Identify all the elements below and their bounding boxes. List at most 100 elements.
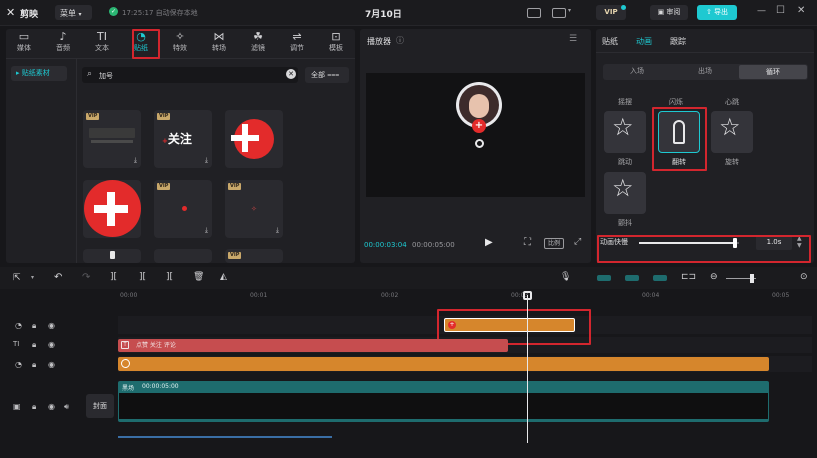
cover-button[interactable]: 封面	[86, 394, 114, 418]
maximize-icon[interactable]: ☐	[776, 5, 785, 16]
zoom-out-icon[interactable]: ⊖	[710, 272, 718, 282]
tab-animation[interactable]: 动画	[636, 36, 652, 47]
rotate-handle-icon[interactable]	[475, 139, 484, 148]
info-icon[interactable]: ⓘ	[396, 35, 404, 46]
lock-icon[interactable]: 🔒︎	[32, 360, 36, 370]
main-clip-duration: 00:00:05:00	[142, 383, 179, 390]
clear-search-icon[interactable]: ✕	[286, 69, 296, 79]
tab-tracking[interactable]: 跟踪	[670, 36, 686, 47]
download-icon[interactable]: ⤓	[205, 156, 208, 165]
eye-icon[interactable]: ◉	[48, 340, 55, 349]
subtab-out[interactable]: 出场	[671, 66, 739, 76]
mirror-icon[interactable]: ◭	[220, 272, 227, 282]
tab-filter[interactable]: ☘ 滤镜	[245, 29, 271, 59]
download-icon[interactable]: ⤓	[276, 226, 279, 235]
sticker-tile[interactable]: VIP ⤓	[83, 110, 141, 168]
link-main-track-icon[interactable]	[597, 275, 611, 281]
sticker-tile[interactable]: VIP ✧ ⤓	[225, 180, 283, 238]
sticker-follow-label: 关注	[167, 132, 192, 146]
ratio-button[interactable]: 比例	[544, 238, 564, 249]
lock-icon[interactable]: 🔒︎	[32, 340, 36, 350]
tab-label: 媒体	[17, 44, 31, 52]
tab-transition[interactable]: ⋈ 转场	[206, 29, 232, 59]
sticker-track-icon: ◔	[15, 321, 22, 330]
menu-label: 菜单	[60, 9, 76, 18]
fullscreen-crop-icon[interactable]: ⛶	[524, 237, 531, 248]
main-video-clip[interactable]: 黑场 00:00:05:00	[118, 381, 769, 422]
chevron-down-icon[interactable]: ▾	[31, 274, 34, 281]
template-icon: ⊡	[331, 30, 341, 43]
sticker-tile[interactable]	[154, 249, 212, 263]
eye-icon[interactable]: ◉	[48, 360, 55, 369]
tab-sticker[interactable]: 贴纸	[602, 36, 618, 47]
expand-icon[interactable]: ⤢	[574, 237, 581, 247]
player-menu-icon[interactable]: ☰	[569, 34, 577, 44]
subtab-loop[interactable]: 循环	[739, 65, 807, 79]
anim-tile-rotate[interactable]: ☆	[711, 111, 753, 153]
text-clip[interactable]: 点赞 关注 评论	[118, 339, 508, 352]
sticker-tile[interactable]	[83, 249, 141, 263]
tab-audio[interactable]: ♪ 音频	[50, 29, 76, 59]
saved-check-icon: ✓	[109, 7, 118, 16]
filter-button[interactable]: 全部 ⩶	[305, 67, 349, 83]
playhead[interactable]	[527, 295, 528, 443]
properties-panel: 贴纸 动画 跟踪 入场 出场 循环 摇摆 闪烁 心跳 ☆ 跳动 翻转 ☆ 旋转 …	[596, 29, 814, 263]
delete-icon[interactable]: 🗑	[193, 272, 204, 282]
anim-tile-shake[interactable]: ☆	[604, 172, 646, 214]
download-icon[interactable]: ⤓	[205, 226, 208, 235]
lock-icon[interactable]: 🔒︎	[32, 321, 36, 331]
review-button[interactable]: ▣ 审阅	[650, 5, 688, 20]
trim-right-icon[interactable]: ][	[166, 272, 173, 282]
anim-label-blink: 闪烁	[669, 98, 683, 106]
video-track-icon: ▣	[13, 402, 21, 411]
layout-chevron-icon[interactable]: ▾	[568, 7, 571, 14]
sticker-tile[interactable]: VIP	[225, 249, 283, 263]
avatar-sticker[interactable]: +	[456, 82, 502, 133]
video-canvas[interactable]: +	[366, 73, 585, 197]
menu-button[interactable]: 菜单 ▾	[55, 5, 92, 20]
split-icon[interactable]: ][	[110, 272, 117, 282]
redo-icon[interactable]: ↷	[82, 272, 90, 283]
select-tool-icon[interactable]: ⇱	[13, 273, 21, 283]
anim-label-heartbeat: 心跳	[725, 98, 739, 106]
volume-icon[interactable]: 🔊︎	[64, 402, 69, 412]
eye-icon[interactable]: ◉	[48, 321, 55, 330]
adjust-icon: ⇌	[292, 30, 302, 43]
tab-adjust[interactable]: ⇌ 调节	[284, 29, 310, 59]
linkage-icon[interactable]	[653, 275, 667, 281]
fit-icon[interactable]: ⊙	[800, 272, 808, 282]
tab-effects[interactable]: ✧ 特效	[167, 29, 193, 59]
sticker-clip-icon	[121, 359, 130, 368]
trim-left-icon[interactable]: ][	[139, 272, 146, 282]
vip-dot	[621, 5, 626, 10]
zoom-slider-handle[interactable]	[750, 274, 754, 283]
tab-media[interactable]: ▭ 媒体	[11, 29, 37, 59]
divider	[596, 52, 814, 53]
transition-icon: ⋈	[213, 30, 225, 43]
eye-icon[interactable]: ◉	[48, 402, 55, 411]
search-input[interactable]: ⌕ 加号 ✕	[82, 67, 298, 83]
mic-icon[interactable]: 🎙	[560, 272, 571, 282]
playhead-handle[interactable]	[523, 291, 532, 300]
sticker-tile[interactable]: VIP +关注 ⤓	[154, 110, 212, 168]
keyboard-icon[interactable]	[527, 8, 541, 18]
lock-icon[interactable]: 🔒︎	[32, 402, 36, 412]
anim-tile-bounce[interactable]: ☆	[604, 111, 646, 153]
export-button[interactable]: ⇧ 导出	[697, 5, 737, 20]
layout-icon[interactable]	[552, 8, 566, 18]
minimize-icon[interactable]: —	[757, 6, 766, 16]
download-icon[interactable]: ⤓	[134, 156, 137, 165]
sticker-material-item[interactable]: ▸ 贴纸素材	[11, 66, 67, 81]
tab-template[interactable]: ⊡ 模板	[323, 29, 349, 59]
sticker-clip[interactable]	[118, 357, 769, 371]
magnet-icon[interactable]	[625, 275, 639, 281]
subtab-in[interactable]: 入场	[603, 66, 671, 76]
sticker-tile[interactable]: VIP ⤓	[154, 180, 212, 238]
tab-label: 文本	[95, 44, 109, 52]
tab-text[interactable]: TI 文本	[89, 29, 115, 59]
play-icon[interactable]: ▶	[485, 237, 493, 248]
undo-icon[interactable]: ↶	[54, 272, 62, 283]
preview-axis-icon[interactable]: ⊏⊐	[681, 272, 696, 282]
close-icon[interactable]: ✕	[797, 5, 805, 16]
chevron-down-icon: ▾	[78, 11, 82, 18]
